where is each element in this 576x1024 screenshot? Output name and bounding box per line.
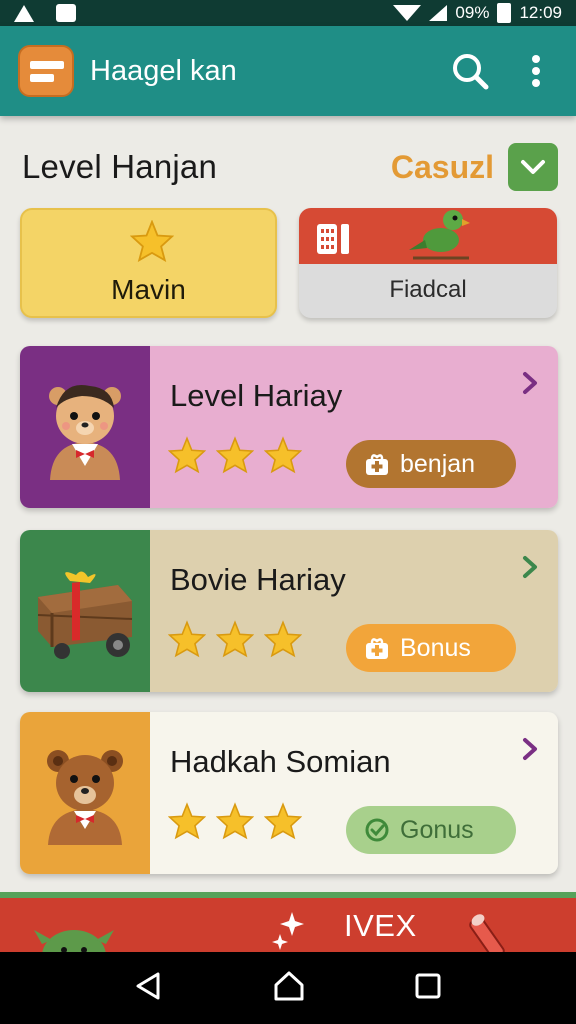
battery-icon <box>497 3 512 23</box>
category-label: Fiadcal <box>389 276 467 303</box>
star-icon <box>264 802 302 840</box>
check-circle-icon <box>365 818 389 842</box>
star-rating <box>168 436 302 474</box>
level-badge-button[interactable]: benjan <box>346 440 516 488</box>
back-button[interactable] <box>134 971 164 1006</box>
system-nav-bar <box>0 952 576 1024</box>
level-title: Bovie Hariay <box>170 562 346 597</box>
wifi-icon <box>393 5 422 21</box>
app-title: Haagel kan <box>90 54 237 87</box>
chevron-down-icon <box>521 160 545 174</box>
category-tile-mavin[interactable]: Mavin <box>20 208 277 318</box>
sparkle-icon <box>272 912 304 950</box>
gift-icon <box>366 638 388 659</box>
bottom-banner[interactable]: IVEX <box>0 898 576 952</box>
more-options-button[interactable] <box>514 49 558 93</box>
notification-icon <box>56 4 76 22</box>
section-header: Level Hanjan Casuzl <box>22 140 558 194</box>
app-logo <box>18 45 74 97</box>
star-rating <box>168 620 302 658</box>
battery-percent: 09% <box>455 3 490 22</box>
level-thumbnail <box>20 712 150 874</box>
signal-icon <box>429 5 448 21</box>
star-icon <box>264 620 302 658</box>
star-icon <box>168 436 206 474</box>
more-vert-icon <box>532 55 540 87</box>
category-label: Mavin <box>111 274 186 305</box>
star-icon <box>216 620 254 658</box>
search-button[interactable] <box>448 49 492 93</box>
parrot-icon <box>409 210 470 260</box>
level-badge-button[interactable]: Gonus <box>346 806 516 854</box>
level-title: Level Hariay <box>170 378 343 413</box>
star-icon <box>130 220 174 262</box>
status-bar: 09% 12:09 <box>0 0 576 26</box>
chevron-right-icon <box>523 738 537 760</box>
teddy-bear-icon <box>47 750 123 845</box>
star-rating <box>168 802 302 840</box>
level-thumbnail <box>20 346 150 508</box>
level-badge-button[interactable]: Bonus <box>346 624 516 672</box>
level-card[interactable]: Hadkah Somian Gonus <box>20 712 558 874</box>
level-thumbnail <box>20 530 150 692</box>
section-title: Level Hanjan <box>22 148 218 185</box>
badge-label: benjan <box>400 449 476 478</box>
back-icon <box>136 972 160 999</box>
difficulty-dropdown-button[interactable] <box>508 143 558 191</box>
chevron-right-icon <box>523 556 537 578</box>
goblin-icon <box>34 930 114 952</box>
recents-icon <box>415 973 441 998</box>
badge-label: Bonus <box>400 633 471 662</box>
recents-button[interactable] <box>414 972 442 1005</box>
star-icon <box>168 620 206 658</box>
difficulty-label[interactable]: Casuzl <box>391 149 494 186</box>
star-icon <box>264 436 302 474</box>
app-bar: Haagel kan <box>0 26 576 116</box>
chevron-right-icon <box>523 372 537 394</box>
level-card[interactable]: Level Hariay benjan <box>20 346 558 508</box>
level-card[interactable]: Bovie Hariay Bonus <box>20 530 558 692</box>
star-icon <box>216 802 254 840</box>
star-icon <box>216 436 254 474</box>
boy-bear-icon <box>49 384 121 480</box>
home-icon <box>274 971 304 1000</box>
firecracker-icon <box>469 914 505 952</box>
building-icon <box>317 224 349 254</box>
badge-label: Gonus <box>400 815 474 844</box>
clock: 12:09 <box>519 3 562 22</box>
warning-icon <box>14 4 34 22</box>
treasure-cart-icon <box>37 571 133 659</box>
gift-icon <box>366 454 388 475</box>
banner-label: IVEX <box>344 908 417 943</box>
home-button[interactable] <box>273 970 305 1007</box>
star-icon <box>168 802 206 840</box>
level-title: Hadkah Somian <box>170 744 391 779</box>
search-icon <box>453 54 489 90</box>
category-tile-fiadcal[interactable]: Fiadcal <box>299 208 557 318</box>
